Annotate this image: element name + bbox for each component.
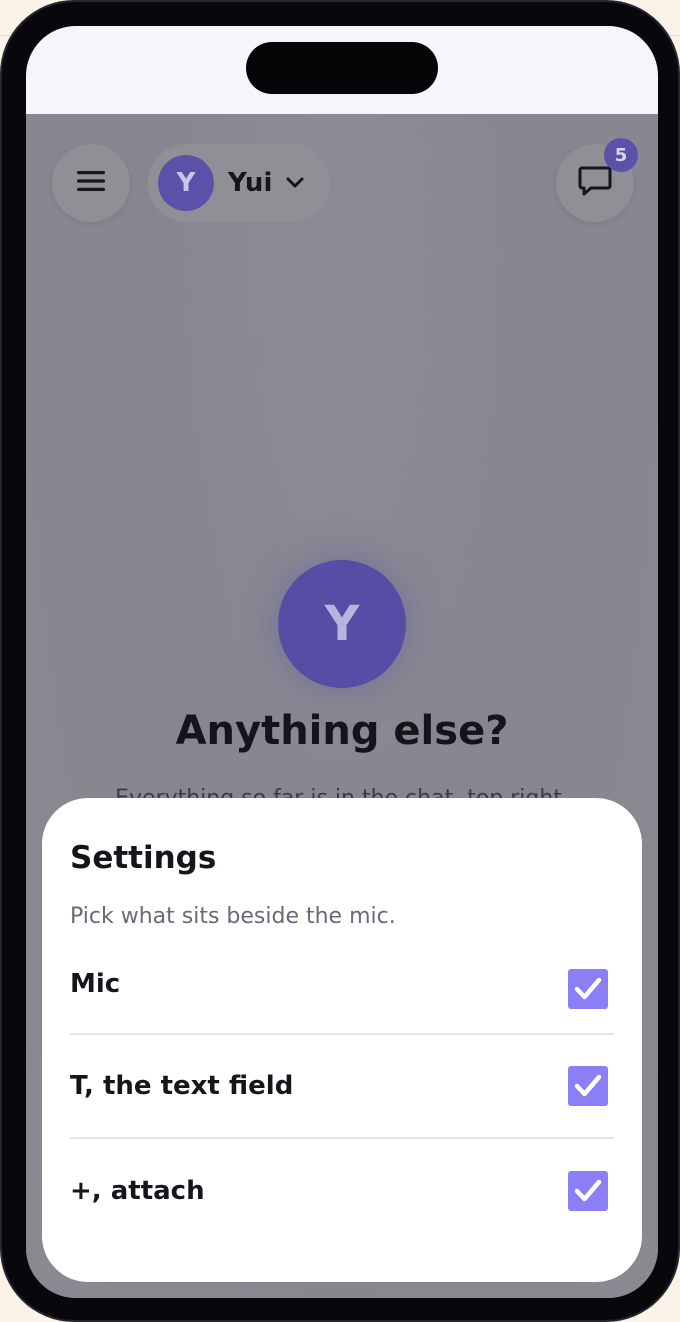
checkmark-icon [574,1074,602,1097]
settings-sheet: Settings Pick what sits beside the mic. … [42,798,642,1282]
phone-frame: Y Yui 5 Y Anything else? Settings Pick w… [2,2,678,1320]
checkmark-icon [574,1179,602,1202]
settings-subtitle: Pick what sits beside the mic. [70,904,396,929]
option-label: Mic [70,969,121,999]
phone-screen: Y Yui 5 Y Anything else? Settings Pick w… [26,26,658,1298]
option-attach[interactable]: +, attach [70,1139,614,1243]
option-label: T, the text field [70,1071,294,1101]
mic-checkbox[interactable] [568,969,608,1009]
chevron-down-icon [286,177,304,189]
option-label: +, attach [70,1176,205,1206]
chat-bubble-icon [578,165,612,201]
page-title: Anything else? [175,708,509,754]
chat-count-badge: 5 [604,138,638,172]
assistant-avatar: Y [278,560,406,688]
settings-title: Settings [70,840,217,876]
persona-selector[interactable]: Y Yui [148,144,330,222]
checkmark-icon [574,977,602,1000]
text-field-checkbox[interactable] [568,1066,608,1106]
dynamic-island [246,42,438,94]
option-text-field[interactable]: T, the text field [70,1035,614,1139]
hamburger-menu-icon [76,169,106,197]
persona-name: Yui [228,168,273,198]
attach-checkbox[interactable] [568,1171,608,1211]
persona-avatar: Y [158,155,214,211]
menu-button[interactable] [52,144,130,222]
page: Y Yui 5 Y Anything else? Settings Pick w… [0,0,680,1322]
option-mic[interactable]: Mic [70,947,614,1035]
settings-options: Mic T, the text field +, attach [70,947,614,1243]
status-bar [26,26,658,114]
